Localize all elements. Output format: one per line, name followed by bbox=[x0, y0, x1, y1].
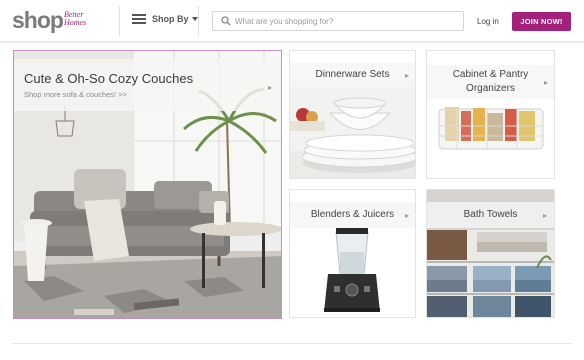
blenders-title[interactable]: Blenders & Juicers bbox=[311, 208, 394, 222]
section-divider bbox=[12, 343, 572, 344]
bath-title[interactable]: Bath Towels bbox=[464, 208, 518, 222]
shop-by-label: Shop By bbox=[152, 14, 189, 24]
search-icon bbox=[217, 12, 235, 30]
search-input[interactable] bbox=[235, 16, 455, 26]
cabinet-pantry-tile[interactable]: Cabinet & Pantry Organizers ▸ bbox=[426, 50, 555, 179]
chevron-right-icon: ▸ bbox=[405, 71, 410, 80]
featured-couches-tile[interactable]: Cute & Oh-So Cozy Couches Shop more sofa… bbox=[13, 50, 282, 319]
bath-label-band: Bath Towels bbox=[427, 202, 554, 228]
dinnerware-tile[interactable]: Dinnerware Sets ▸ bbox=[289, 50, 416, 179]
site-header: shop Better Homes Shop By Log in JOIN NO… bbox=[0, 0, 584, 42]
featured-subtitle-link[interactable]: Shop more sofa & couches! >> bbox=[24, 90, 271, 99]
blenders-label-band: Blenders & Juicers bbox=[290, 202, 415, 228]
hamburger-icon bbox=[132, 14, 146, 24]
chevron-right-icon: ▸ bbox=[405, 211, 410, 220]
bath-towels-tile[interactable]: Bath Towels ▸ bbox=[426, 189, 555, 318]
chevron-right-icon: ▸ bbox=[268, 83, 273, 92]
login-link[interactable]: Log in bbox=[477, 17, 499, 26]
header-divider bbox=[198, 6, 199, 36]
featured-label-band: Cute & Oh-So Cozy Couches Shop more sofa… bbox=[14, 59, 281, 111]
blenders-tile[interactable]: Blenders & Juicers ▸ bbox=[289, 189, 416, 318]
site-logo[interactable]: shop Better Homes bbox=[12, 7, 100, 35]
search-box[interactable] bbox=[212, 11, 464, 31]
featured-title[interactable]: Cute & Oh-So Cozy Couches bbox=[24, 71, 271, 86]
header-divider bbox=[119, 6, 120, 36]
logo-shop-text: shop bbox=[12, 7, 64, 33]
join-now-button[interactable]: JOIN NOW! bbox=[512, 12, 571, 31]
dinnerware-label-band: Dinnerware Sets bbox=[290, 63, 415, 87]
shop-by-menu[interactable]: Shop By bbox=[132, 14, 198, 24]
dinnerware-title[interactable]: Dinnerware Sets bbox=[316, 68, 390, 82]
caret-down-icon bbox=[191, 17, 198, 21]
cabinet-label-band: Cabinet & Pantry Organizers bbox=[427, 65, 554, 99]
logo-brand-text: Better Homes bbox=[63, 10, 87, 27]
chevron-right-icon: ▸ bbox=[544, 78, 549, 87]
cabinet-title[interactable]: Cabinet & Pantry Organizers bbox=[443, 68, 538, 96]
chevron-right-icon: ▸ bbox=[543, 211, 548, 220]
